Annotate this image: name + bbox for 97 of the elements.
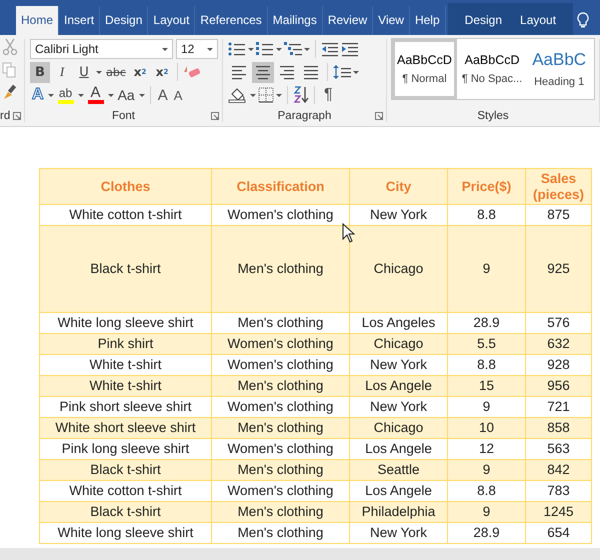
italic-button[interactable]: I — [52, 62, 72, 82]
table-cell: New York — [350, 522, 448, 544]
table-cell: 1245 — [526, 502, 592, 522]
caret-icon[interactable] — [108, 94, 114, 96]
font-name-field[interactable]: Calibri Light — [30, 39, 173, 59]
mouse-pointer-icon — [342, 223, 355, 243]
style-option[interactable]: AaBbCcD ¶ Normal — [392, 39, 457, 99]
table-cell: 956 — [526, 376, 592, 396]
show-formatting-button[interactable]: ¶ — [320, 86, 337, 104]
caret-icon[interactable] — [48, 94, 54, 96]
caret-icon[interactable] — [138, 94, 145, 96]
table-cell: 632 — [526, 334, 592, 354]
style-preview: AaBbC — [532, 50, 586, 70]
caret-icon[interactable] — [250, 94, 256, 96]
style-preview: AaBbCcD — [397, 53, 452, 67]
table-cell: Men's clothing — [212, 376, 350, 396]
table-cell: 654 — [526, 522, 592, 544]
table-cell: 28.9 — [448, 522, 526, 544]
table-cell: 9 — [448, 460, 526, 480]
caret-icon[interactable] — [304, 48, 310, 50]
table-cell: White t-shirt — [40, 376, 212, 396]
bullet-list-icon[interactable] — [228, 41, 246, 57]
table-cell: 842 — [526, 460, 592, 480]
caret-icon[interactable] — [207, 48, 213, 50]
decrease-indent-icon[interactable] — [321, 41, 339, 57]
table-cell: Philadelphia — [350, 502, 448, 522]
caret-icon[interactable] — [276, 48, 282, 50]
paint-bucket-icon[interactable] — [228, 87, 248, 103]
table-cell: Chicago — [350, 334, 448, 354]
ribbon-tab[interactable]: Design — [456, 6, 512, 35]
paintbrush-icon[interactable] — [2, 84, 18, 100]
table-cell: 9 — [448, 502, 526, 522]
column-header: City — [350, 168, 448, 204]
underline-button[interactable]: U — [74, 62, 94, 82]
increase-indent-icon[interactable] — [341, 41, 359, 57]
align-center-button[interactable] — [252, 62, 274, 82]
shrink-font-button[interactable]: A — [172, 84, 184, 106]
column-header: Sales (pieces) — [526, 168, 592, 204]
dialog-launcher-icon[interactable] — [211, 112, 219, 120]
caret-icon[interactable] — [248, 48, 254, 50]
table-cell: Black t-shirt — [40, 460, 212, 480]
grow-font-button[interactable]: A — [156, 84, 170, 106]
table-cell: Men's clothing — [212, 502, 350, 522]
dialog-launcher-icon[interactable] — [13, 112, 21, 120]
column-header: Clothes — [40, 168, 212, 204]
group-label: Styles — [477, 110, 509, 122]
table-cell: Seattle — [350, 460, 448, 480]
table-cell: Black t-shirt — [40, 502, 212, 522]
line-spacing-icon[interactable] — [333, 64, 351, 80]
table-cell: 5.5 — [448, 334, 526, 354]
borders-icon[interactable] — [258, 87, 274, 103]
group-label: rd — [0, 110, 10, 122]
table-cell: Men's clothing — [212, 418, 350, 438]
caret-icon[interactable] — [162, 48, 168, 50]
font-size-field[interactable]: 12 — [176, 39, 218, 59]
table-cell: Chicago — [350, 418, 448, 438]
style-name: ¶ No Spac... — [462, 73, 522, 85]
table-cell: 15 — [448, 376, 526, 396]
numbered-list-icon[interactable] — [256, 41, 274, 57]
group-label: Paragraph — [278, 110, 332, 122]
table-cell: Black t-shirt — [40, 226, 212, 312]
dialog-launcher-icon[interactable] — [375, 112, 383, 120]
table-cell: 9 — [448, 226, 526, 312]
multilevel-list-icon[interactable] — [284, 41, 302, 57]
bold-button[interactable]: B — [30, 62, 50, 82]
caret-icon[interactable] — [276, 94, 282, 96]
table-cell: Los Angele — [350, 376, 448, 396]
group-label: Font — [112, 110, 135, 122]
style-name: ¶ Normal — [402, 73, 447, 85]
caret-icon[interactable] — [78, 94, 84, 96]
lightbulb-icon[interactable] — [577, 12, 590, 28]
table-cell: White long sleeve shirt — [40, 522, 212, 544]
change-case-button[interactable]: Aa — [116, 84, 137, 106]
style-option[interactable]: AaBbCcD ¶ No Spac... — [456, 39, 528, 99]
table-cell: 858 — [526, 418, 592, 438]
column-header: Classification — [212, 168, 350, 204]
style-preview: AaBbCcD — [464, 53, 520, 67]
table-cell: White short sleeve shirt — [40, 418, 212, 438]
table-cell: Men's clothing — [212, 522, 350, 544]
column-header: Price($) — [448, 168, 526, 204]
table-cell: Men's clothing — [212, 460, 350, 480]
table-cell: 925 — [526, 226, 592, 312]
style-name: Heading 1 — [534, 76, 584, 88]
caret-icon[interactable] — [353, 70, 359, 74]
strikethrough-button[interactable]: abc — [104, 62, 128, 82]
table-cell: Pink shirt — [40, 334, 212, 354]
ribbon-tab[interactable]: Layout — [511, 6, 566, 35]
style-option[interactable]: AaBbC Heading 1 — [527, 39, 592, 99]
caret-icon[interactable] — [96, 70, 102, 74]
sort-icon[interactable] — [293, 86, 309, 104]
font-color-button[interactable]: A — [86, 84, 106, 106]
eraser-icon[interactable] — [183, 64, 201, 80]
highlight-button[interactable]: ab — [56, 84, 76, 106]
ribbon-tab[interactable]: Home — [16, 6, 60, 35]
superscript-button[interactable]: x$^{2}$ — [152, 62, 172, 82]
table-cell: 10 — [448, 418, 526, 438]
table-cell: Women's clothing — [212, 334, 350, 354]
